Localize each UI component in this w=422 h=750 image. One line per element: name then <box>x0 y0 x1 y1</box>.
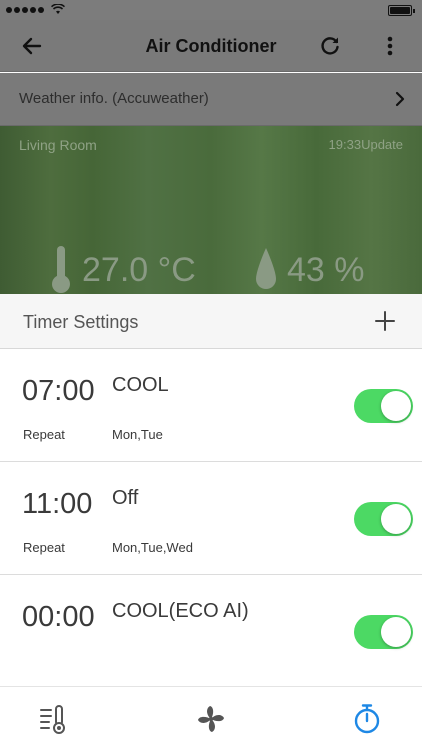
room-name: Living Room <box>19 137 97 153</box>
timer-days: Mon,Tue,Wed <box>112 540 193 555</box>
signal-strength <box>6 4 65 15</box>
room-status-panel: Living Room 19:33Update 27.0 °C 43 % <box>0 126 422 294</box>
timer-row[interactable]: 00:00 COOL(ECO AI) <box>0 575 422 688</box>
bottom-tab-bar <box>0 686 422 750</box>
timer-row[interactable]: 07:00 COOL Repeat Mon,Tue <box>0 349 422 462</box>
chevron-right-icon <box>395 91 405 107</box>
update-time: 19:33Update <box>328 137 403 152</box>
thermometer-list-icon[interactable] <box>38 703 70 735</box>
timer-mode: COOL <box>112 374 169 396</box>
humidity-drop-icon <box>256 248 276 289</box>
stopwatch-icon[interactable] <box>351 703 383 735</box>
room-humidity: 43 % <box>287 251 365 289</box>
wifi-icon <box>51 4 65 14</box>
more-vertical-icon[interactable] <box>380 34 400 58</box>
app-header: Air Conditioner <box>0 20 422 72</box>
room-temperature: 27.0 °C <box>82 251 196 289</box>
weather-info-row[interactable]: Weather info. (Accuweather) <box>0 73 422 126</box>
timer-settings-header: Timer Settings <box>0 294 422 349</box>
thermometer-icon <box>52 246 70 293</box>
timer-toggle[interactable] <box>354 615 413 649</box>
timer-time: 07:00 <box>22 375 95 407</box>
weather-info-label: Weather info. (Accuweather) <box>19 90 209 107</box>
timer-toggle[interactable] <box>354 389 413 423</box>
repeat-label: Repeat <box>23 427 65 442</box>
battery-icon <box>388 5 415 16</box>
dimmed-background: Air Conditioner Weather info. (Accuweath… <box>0 0 422 294</box>
status-bar <box>0 0 422 20</box>
timer-toggle[interactable] <box>354 502 413 536</box>
repeat-label: Repeat <box>23 540 65 555</box>
timer-time: 00:00 <box>22 601 95 633</box>
fan-icon[interactable] <box>195 703 227 735</box>
timer-row[interactable]: 11:00 Off Repeat Mon,Tue,Wed <box>0 462 422 575</box>
page-title: Air Conditioner <box>145 36 277 56</box>
add-timer-icon[interactable] <box>374 310 396 332</box>
timer-mode: Off <box>112 487 139 509</box>
refresh-icon[interactable] <box>318 34 342 58</box>
timer-settings-sheet: Timer Settings 07:00 COOL Repeat Mon,Tue… <box>0 294 422 750</box>
timer-mode: COOL(ECO AI) <box>112 600 249 622</box>
timer-time: 11:00 <box>22 488 93 520</box>
timer-days: Mon,Tue <box>112 427 163 442</box>
timer-settings-title: Timer Settings <box>23 312 139 332</box>
